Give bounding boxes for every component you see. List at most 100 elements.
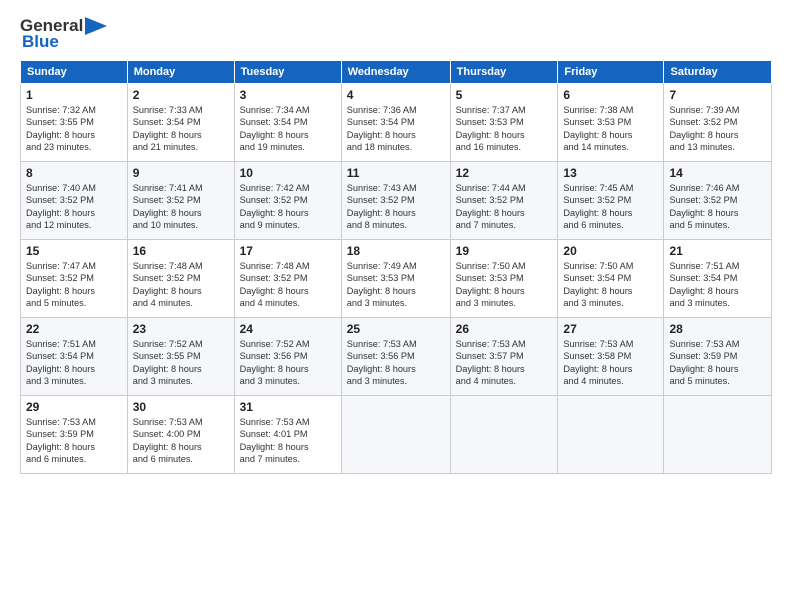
day-number: 26 xyxy=(456,322,553,336)
weekday-header-row: SundayMondayTuesdayWednesdayThursdayFrid… xyxy=(21,61,772,84)
logo: General Blue xyxy=(20,16,107,52)
calendar-cell xyxy=(341,396,450,474)
day-number: 30 xyxy=(133,400,229,414)
day-info: Sunrise: 7:46 AM Sunset: 3:52 PM Dayligh… xyxy=(669,182,766,232)
day-info: Sunrise: 7:47 AM Sunset: 3:52 PM Dayligh… xyxy=(26,260,122,310)
day-info: Sunrise: 7:43 AM Sunset: 3:52 PM Dayligh… xyxy=(347,182,445,232)
logo-arrow-icon xyxy=(85,17,107,35)
calendar-cell xyxy=(558,396,664,474)
day-info: Sunrise: 7:48 AM Sunset: 3:52 PM Dayligh… xyxy=(240,260,336,310)
day-info: Sunrise: 7:39 AM Sunset: 3:52 PM Dayligh… xyxy=(669,104,766,154)
day-info: Sunrise: 7:48 AM Sunset: 3:52 PM Dayligh… xyxy=(133,260,229,310)
day-number: 12 xyxy=(456,166,553,180)
day-info: Sunrise: 7:53 AM Sunset: 4:00 PM Dayligh… xyxy=(133,416,229,466)
calendar-cell: 13 Sunrise: 7:45 AM Sunset: 3:52 PM Dayli… xyxy=(558,162,664,240)
calendar-cell: 22 Sunrise: 7:51 AM Sunset: 3:54 PM Dayli… xyxy=(21,318,128,396)
day-info: Sunrise: 7:52 AM Sunset: 3:55 PM Dayligh… xyxy=(133,338,229,388)
day-number: 16 xyxy=(133,244,229,258)
day-info: Sunrise: 7:51 AM Sunset: 3:54 PM Dayligh… xyxy=(26,338,122,388)
day-number: 1 xyxy=(26,88,122,102)
day-number: 5 xyxy=(456,88,553,102)
calendar-cell: 25 Sunrise: 7:53 AM Sunset: 3:56 PM Dayli… xyxy=(341,318,450,396)
calendar-cell: 20 Sunrise: 7:50 AM Sunset: 3:54 PM Dayli… xyxy=(558,240,664,318)
day-number: 18 xyxy=(347,244,445,258)
day-info: Sunrise: 7:33 AM Sunset: 3:54 PM Dayligh… xyxy=(133,104,229,154)
day-number: 13 xyxy=(563,166,658,180)
day-number: 7 xyxy=(669,88,766,102)
calendar-cell: 7 Sunrise: 7:39 AM Sunset: 3:52 PM Daylig… xyxy=(664,84,772,162)
calendar-cell: 6 Sunrise: 7:38 AM Sunset: 3:53 PM Daylig… xyxy=(558,84,664,162)
logo-blue-label: Blue xyxy=(22,32,59,52)
calendar-week-row: 1 Sunrise: 7:32 AM Sunset: 3:55 PM Daylig… xyxy=(21,84,772,162)
day-number: 19 xyxy=(456,244,553,258)
day-number: 24 xyxy=(240,322,336,336)
calendar-table: SundayMondayTuesdayWednesdayThursdayFrid… xyxy=(20,60,772,474)
day-number: 22 xyxy=(26,322,122,336)
day-number: 25 xyxy=(347,322,445,336)
calendar-cell: 11 Sunrise: 7:43 AM Sunset: 3:52 PM Dayli… xyxy=(341,162,450,240)
weekday-header-cell: Saturday xyxy=(664,61,772,84)
day-info: Sunrise: 7:53 AM Sunset: 3:58 PM Dayligh… xyxy=(563,338,658,388)
day-number: 10 xyxy=(240,166,336,180)
weekday-header-cell: Wednesday xyxy=(341,61,450,84)
day-info: Sunrise: 7:38 AM Sunset: 3:53 PM Dayligh… xyxy=(563,104,658,154)
day-info: Sunrise: 7:36 AM Sunset: 3:54 PM Dayligh… xyxy=(347,104,445,154)
day-info: Sunrise: 7:53 AM Sunset: 3:57 PM Dayligh… xyxy=(456,338,553,388)
day-number: 29 xyxy=(26,400,122,414)
day-info: Sunrise: 7:49 AM Sunset: 3:53 PM Dayligh… xyxy=(347,260,445,310)
day-info: Sunrise: 7:45 AM Sunset: 3:52 PM Dayligh… xyxy=(563,182,658,232)
calendar-cell: 31Sunrise: 7:53 AM Sunset: 4:01 PM Dayli… xyxy=(234,396,341,474)
weekday-header-cell: Thursday xyxy=(450,61,558,84)
weekday-header-cell: Friday xyxy=(558,61,664,84)
day-info: Sunrise: 7:44 AM Sunset: 3:52 PM Dayligh… xyxy=(456,182,553,232)
day-number: 9 xyxy=(133,166,229,180)
calendar-cell: 17 Sunrise: 7:48 AM Sunset: 3:52 PM Dayli… xyxy=(234,240,341,318)
calendar-cell: 10 Sunrise: 7:42 AM Sunset: 3:52 PM Dayli… xyxy=(234,162,341,240)
calendar-cell: 29Sunrise: 7:53 AM Sunset: 3:59 PM Dayli… xyxy=(21,396,128,474)
day-info: Sunrise: 7:50 AM Sunset: 3:53 PM Dayligh… xyxy=(456,260,553,310)
calendar-cell: 19 Sunrise: 7:50 AM Sunset: 3:53 PM Dayli… xyxy=(450,240,558,318)
day-info: Sunrise: 7:50 AM Sunset: 3:54 PM Dayligh… xyxy=(563,260,658,310)
weekday-header-cell: Tuesday xyxy=(234,61,341,84)
day-number: 11 xyxy=(347,166,445,180)
day-info: Sunrise: 7:53 AM Sunset: 3:56 PM Dayligh… xyxy=(347,338,445,388)
day-number: 21 xyxy=(669,244,766,258)
calendar-cell: 26 Sunrise: 7:53 AM Sunset: 3:57 PM Dayli… xyxy=(450,318,558,396)
day-number: 3 xyxy=(240,88,336,102)
calendar-cell: 8 Sunrise: 7:40 AM Sunset: 3:52 PM Daylig… xyxy=(21,162,128,240)
calendar-cell: 9Sunrise: 7:41 AM Sunset: 3:52 PM Daylig… xyxy=(127,162,234,240)
calendar-body: 1 Sunrise: 7:32 AM Sunset: 3:55 PM Daylig… xyxy=(21,84,772,474)
day-info: Sunrise: 7:51 AM Sunset: 3:54 PM Dayligh… xyxy=(669,260,766,310)
day-info: Sunrise: 7:52 AM Sunset: 3:56 PM Dayligh… xyxy=(240,338,336,388)
day-info: Sunrise: 7:53 AM Sunset: 4:01 PM Dayligh… xyxy=(240,416,336,466)
day-number: 4 xyxy=(347,88,445,102)
calendar-cell: 5Sunrise: 7:37 AM Sunset: 3:53 PM Daylig… xyxy=(450,84,558,162)
day-number: 20 xyxy=(563,244,658,258)
calendar-cell: 27 Sunrise: 7:53 AM Sunset: 3:58 PM Dayli… xyxy=(558,318,664,396)
calendar-cell: 1 Sunrise: 7:32 AM Sunset: 3:55 PM Daylig… xyxy=(21,84,128,162)
day-info: Sunrise: 7:42 AM Sunset: 3:52 PM Dayligh… xyxy=(240,182,336,232)
calendar-week-row: 29Sunrise: 7:53 AM Sunset: 3:59 PM Dayli… xyxy=(21,396,772,474)
weekday-header-cell: Monday xyxy=(127,61,234,84)
calendar-cell: 14 Sunrise: 7:46 AM Sunset: 3:52 PM Dayli… xyxy=(664,162,772,240)
day-number: 28 xyxy=(669,322,766,336)
day-number: 2 xyxy=(133,88,229,102)
calendar-week-row: 15Sunrise: 7:47 AM Sunset: 3:52 PM Dayli… xyxy=(21,240,772,318)
day-info: Sunrise: 7:40 AM Sunset: 3:52 PM Dayligh… xyxy=(26,182,122,232)
calendar-week-row: 8 Sunrise: 7:40 AM Sunset: 3:52 PM Daylig… xyxy=(21,162,772,240)
day-info: Sunrise: 7:53 AM Sunset: 3:59 PM Dayligh… xyxy=(669,338,766,388)
weekday-header-cell: Sunday xyxy=(21,61,128,84)
calendar-cell xyxy=(664,396,772,474)
day-number: 6 xyxy=(563,88,658,102)
calendar-cell: 15Sunrise: 7:47 AM Sunset: 3:52 PM Dayli… xyxy=(21,240,128,318)
day-number: 14 xyxy=(669,166,766,180)
day-number: 23 xyxy=(133,322,229,336)
day-info: Sunrise: 7:32 AM Sunset: 3:55 PM Dayligh… xyxy=(26,104,122,154)
day-number: 17 xyxy=(240,244,336,258)
day-number: 27 xyxy=(563,322,658,336)
calendar-cell: 24 Sunrise: 7:52 AM Sunset: 3:56 PM Dayli… xyxy=(234,318,341,396)
day-number: 8 xyxy=(26,166,122,180)
calendar-cell: 28 Sunrise: 7:53 AM Sunset: 3:59 PM Dayli… xyxy=(664,318,772,396)
calendar-week-row: 22 Sunrise: 7:51 AM Sunset: 3:54 PM Dayli… xyxy=(21,318,772,396)
calendar-cell xyxy=(450,396,558,474)
